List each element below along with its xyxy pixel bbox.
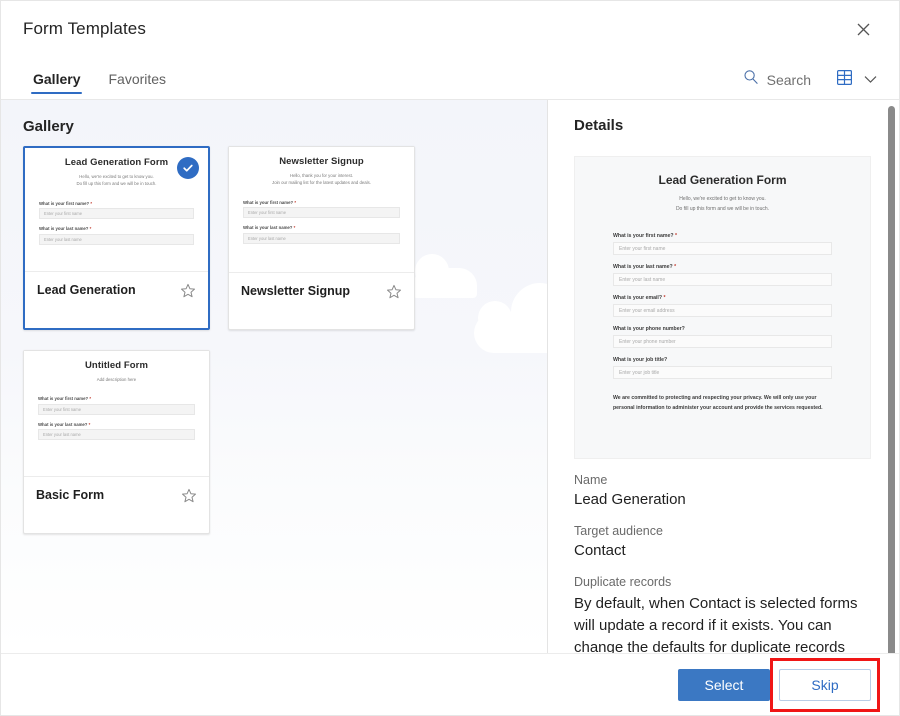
preview-field: What is your first name? * Enter your fi… (613, 233, 832, 255)
template-card-lead-generation[interactable]: Lead Generation Form Hello, we're excite… (23, 146, 210, 330)
thumbnail-subtitle: Hello, thank you for your interest. Join… (239, 172, 404, 187)
preview-field-label: What is your phone number? (613, 326, 685, 332)
command-bar: Gallery Favorites Search (1, 57, 899, 99)
check-circle-icon (177, 157, 199, 179)
duplicate-records-text: By default, when Contact is selected for… (574, 593, 871, 653)
preview-field-input: Enter your email address (613, 304, 832, 317)
preview-field-input: Enter your job title (613, 366, 832, 379)
card-footer: Lead Generation (25, 272, 208, 328)
name-value: Lead Generation (574, 491, 871, 508)
thumbnail-field-label: What is your last name? (38, 422, 87, 427)
preview-field: What is your job title? Enter your job t… (613, 357, 832, 379)
cloud-decoration-icon (474, 313, 548, 353)
name-label: Name (574, 473, 871, 487)
thumbnail-field-label: What is your first name? (38, 396, 88, 401)
tab-list: Gallery Favorites (23, 67, 176, 99)
preview-field-label: What is your job title? (613, 357, 667, 363)
target-audience-value: Contact (574, 542, 871, 559)
thumbnail-field-label: What is your first name? (243, 200, 293, 205)
template-thumbnail: Untitled Form Add description here What … (24, 351, 209, 477)
template-card-basic-form[interactable]: Untitled Form Add description here What … (23, 350, 210, 534)
preview-field-input: Enter your first name (613, 242, 832, 255)
details-heading: Details (574, 117, 871, 134)
preview-privacy-note: We are committed to protecting and respe… (613, 393, 832, 414)
preview-field-input: Enter your phone number (613, 335, 832, 348)
thumbnail-field-input: Enter your last name (243, 233, 400, 244)
thumbnail-field: What is your last name? * Enter your las… (34, 422, 199, 441)
thumbnail-title: Newsletter Signup (239, 156, 404, 167)
template-card-newsletter-signup[interactable]: Newsletter Signup Hello, thank you for y… (228, 146, 415, 330)
dialog-header: Form Templates (1, 1, 899, 57)
preview-field-label: What is your email? (613, 295, 662, 301)
preview-field-input: Enter your last name (613, 273, 832, 286)
thumbnail-field-input: Enter your last name (39, 234, 194, 245)
details-pane: Details Lead Generation Form Hello, we'r… (548, 100, 899, 653)
dialog-body: Gallery Lead Generation Form Hello, we'r… (1, 99, 899, 653)
view-options (837, 70, 877, 90)
thumbnail-field-label: What is your last name? (243, 225, 292, 230)
star-outline-icon[interactable] (386, 284, 402, 305)
thumbnail-field: What is your last name? * Enter your las… (239, 225, 404, 244)
star-outline-icon[interactable] (181, 488, 197, 509)
card-title: Newsletter Signup (241, 284, 350, 298)
card-footer: Newsletter Signup (229, 273, 414, 329)
details-content: Details Lead Generation Form Hello, we'r… (548, 100, 899, 653)
skip-button-wrapper: Skip (779, 669, 871, 701)
card-title: Lead Generation (37, 283, 136, 297)
chevron-down-icon[interactable] (864, 71, 877, 89)
thumbnail-field-input: Enter your first name (39, 208, 194, 219)
thumbnail-field-input: Enter your last name (38, 429, 195, 440)
target-audience-label: Target audience (574, 524, 871, 538)
thumbnail-subtitle: Hello, we're excited to get to know you.… (35, 173, 198, 188)
gallery-pane: Gallery Lead Generation Form Hello, we'r… (1, 100, 548, 653)
details-scrollbar[interactable] (888, 106, 895, 653)
card-footer: Basic Form (24, 477, 209, 533)
preview-title: Lead Generation Form (593, 173, 852, 187)
thumbnail-field-label: What is your last name? (39, 226, 88, 231)
template-thumbnail: Newsletter Signup Hello, thank you for y… (229, 147, 414, 273)
preview-field-label: What is your first name? (613, 233, 674, 239)
preview-field: What is your last name? * Enter your las… (613, 264, 832, 286)
card-title: Basic Form (36, 488, 104, 502)
thumbnail-title: Untitled Form (34, 360, 199, 371)
tab-gallery[interactable]: Gallery (23, 67, 90, 99)
star-outline-icon[interactable] (180, 283, 196, 304)
command-bar-right: Search (743, 69, 877, 99)
search-input[interactable]: Search (743, 69, 811, 90)
close-icon[interactable] (847, 13, 879, 45)
gallery-heading: Gallery (23, 118, 74, 135)
tab-favorites[interactable]: Favorites (98, 67, 176, 99)
preview-field: What is your email? * Enter your email a… (613, 295, 832, 317)
preview-subtitle: Hello, we're excited to get to know you.… (593, 195, 852, 214)
thumbnail-field: What is your first name? * Enter your fi… (35, 201, 198, 220)
search-icon (743, 69, 759, 90)
page-title: Form Templates (23, 19, 146, 39)
template-card-grid: Lead Generation Form Hello, we're excite… (23, 146, 453, 534)
skip-button[interactable]: Skip (779, 669, 871, 701)
select-button[interactable]: Select (678, 669, 770, 701)
thumbnail-title: Lead Generation Form (35, 157, 198, 168)
duplicate-records-label: Duplicate records (574, 575, 871, 589)
details-metadata: Name Lead Generation Target audience Con… (574, 473, 871, 653)
form-templates-dialog: Form Templates Gallery Favorites Search (0, 0, 900, 716)
thumbnail-field: What is your last name? * Enter your las… (35, 226, 198, 245)
dialog-footer: Select Skip (1, 653, 899, 715)
thumbnail-field-label: What is your first name? (39, 201, 89, 206)
thumbnail-field-input: Enter your first name (243, 207, 400, 218)
thumbnail-subtitle: Add description here (34, 376, 199, 383)
preview-field-label: What is your last name? (613, 264, 673, 270)
grid-view-icon[interactable] (837, 70, 852, 90)
preview-field: What is your phone number? Enter your ph… (613, 326, 832, 348)
thumbnail-field: What is your first name? * Enter your fi… (34, 396, 199, 415)
thumbnail-field: What is your first name? * Enter your fi… (239, 200, 404, 219)
search-placeholder: Search (767, 72, 811, 88)
template-preview: Lead Generation Form Hello, we're excite… (574, 156, 871, 459)
thumbnail-field-input: Enter your first name (38, 404, 195, 415)
